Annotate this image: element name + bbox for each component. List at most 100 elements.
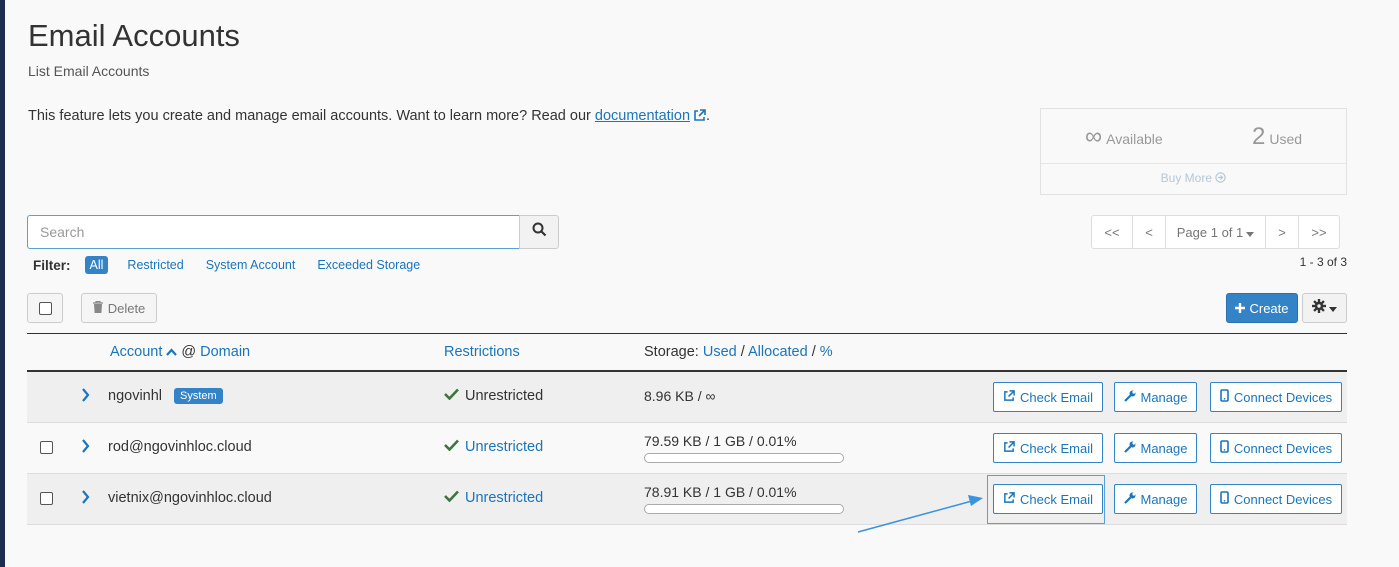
chevron-right-icon[interactable] [81, 388, 90, 406]
external-link-icon [693, 109, 706, 126]
connect-devices-button[interactable]: Connect Devices [1210, 433, 1342, 463]
page-select[interactable]: Page 1 of 1 [1165, 215, 1266, 249]
used-stat: 2 Used [1252, 123, 1302, 151]
external-link-icon [1003, 389, 1015, 405]
filter-restricted[interactable]: Restricted [127, 258, 183, 272]
page-subtitle: List Email Accounts [28, 63, 150, 79]
external-link-icon [1003, 440, 1015, 456]
check-email-label: Check Email [1020, 440, 1093, 456]
table-row: ngovinhl System Unrestricted 8.96 KB / ∞… [27, 372, 1347, 423]
chevron-right-icon[interactable] [81, 490, 90, 508]
storage-progress-bar [644, 453, 844, 463]
manage-button[interactable]: Manage [1114, 484, 1197, 514]
storage-text: 79.59 KB / 1 GB / 0.01% [644, 433, 797, 449]
plus-icon [1235, 301, 1246, 316]
available-value: ∞ [1085, 123, 1103, 150]
mobile-icon [1220, 440, 1229, 456]
last-page-button[interactable]: >> [1298, 215, 1340, 249]
account-name: ngovinhl [108, 388, 163, 404]
filter-label: Filter: [33, 257, 71, 273]
used-label: Used [1269, 131, 1303, 147]
account-name: rod@ngovinhloc.cloud [108, 439, 252, 455]
page-select-label: Page 1 of 1 [1176, 224, 1244, 240]
sort-used[interactable]: Used [703, 344, 737, 360]
caret-down-icon [1329, 299, 1337, 317]
documentation-link[interactable]: documentation [595, 108, 706, 124]
row-checkbox[interactable] [40, 441, 53, 454]
manage-label: Manage [1140, 491, 1188, 507]
storage-cell: 78.91 KB / 1 GB / 0.01% [644, 484, 844, 514]
check-email-button[interactable]: Check Email [993, 484, 1103, 514]
storage-separator: / [811, 344, 816, 360]
buy-more-label: Buy More [1160, 171, 1212, 185]
manage-label: Manage [1140, 389, 1188, 405]
manage-button[interactable]: Manage [1114, 433, 1197, 463]
intro-text: This feature lets you create and manage … [28, 108, 710, 126]
restriction-link[interactable]: Unrestricted [465, 439, 543, 455]
results-range: 1 - 3 of 3 [1299, 255, 1347, 269]
connect-devices-label: Connect Devices [1233, 389, 1333, 405]
search-button[interactable] [519, 215, 559, 249]
restriction-link[interactable]: Unrestricted [465, 490, 543, 506]
wrench-icon [1123, 390, 1136, 405]
table-row: vietnix@ngovinhloc.cloud Unrestricted 78… [27, 474, 1347, 525]
delete-button[interactable]: Delete [81, 293, 157, 323]
search-input[interactable] [27, 215, 520, 249]
gear-icon [1312, 298, 1326, 318]
storage-cell: 79.59 KB / 1 GB / 0.01% [644, 433, 844, 463]
storage-label: Storage: [644, 344, 699, 360]
next-page-button[interactable]: > [1265, 215, 1299, 249]
filter-system-account[interactable]: System Account [206, 258, 296, 272]
sort-allocated[interactable]: Allocated [748, 344, 808, 360]
storage-separator: / [740, 344, 745, 360]
create-label: Create [1249, 300, 1289, 316]
manage-button[interactable]: Manage [1114, 382, 1197, 412]
storage-cell: 8.96 KB / ∞ [644, 388, 715, 404]
create-button[interactable]: Create [1226, 293, 1298, 323]
filter-exceeded-storage[interactable]: Exceeded Storage [317, 258, 420, 272]
connect-devices-label: Connect Devices [1233, 440, 1333, 456]
buy-more-link[interactable]: Buy More [1041, 171, 1346, 185]
row-checkbox[interactable] [40, 492, 53, 505]
page-title: Email Accounts [28, 18, 240, 53]
check-email-label: Check Email [1020, 389, 1093, 405]
account-cell: vietnix@ngovinhloc.cloud [108, 490, 272, 506]
check-icon [444, 439, 459, 455]
table-header: Account @ Domain Restrictions Storage: U… [27, 333, 1347, 372]
filter-all[interactable]: All [84, 256, 109, 274]
connect-devices-button[interactable]: Connect Devices [1210, 484, 1342, 514]
manage-label: Manage [1140, 440, 1188, 456]
at-sign: @ [181, 344, 197, 360]
wrench-icon [1123, 492, 1136, 507]
account-column-header: Account @ Domain [110, 344, 250, 360]
account-name: vietnix@ngovinhloc.cloud [108, 490, 272, 506]
select-all-checkbox[interactable] [27, 293, 63, 323]
check-email-button[interactable]: Check Email [993, 382, 1103, 412]
check-icon [444, 388, 459, 404]
sort-account[interactable]: Account [110, 344, 162, 360]
system-badge: System [174, 388, 223, 404]
restriction-cell: Unrestricted [444, 388, 543, 404]
sort-restrictions[interactable]: Restrictions [444, 344, 520, 360]
restriction-cell: Unrestricted [444, 490, 543, 506]
check-email-button[interactable]: Check Email [993, 433, 1103, 463]
intro-end: . [706, 108, 711, 124]
restriction-cell: Unrestricted [444, 439, 543, 455]
caret-down-icon [1246, 225, 1255, 240]
sort-percent[interactable]: % [820, 344, 833, 360]
chevron-up-icon [166, 344, 178, 360]
check-email-label: Check Email [1020, 491, 1093, 507]
search-icon [532, 222, 547, 242]
sort-domain[interactable]: Domain [200, 344, 250, 360]
connect-devices-button[interactable]: Connect Devices [1210, 382, 1342, 412]
used-value: 2 [1252, 123, 1266, 150]
intro-sentence: This feature lets you create and manage … [28, 108, 591, 124]
storage-progress-bar [644, 504, 844, 514]
first-page-button[interactable]: << [1091, 215, 1133, 249]
mobile-icon [1220, 389, 1229, 405]
storage-text: 78.91 KB / 1 GB / 0.01% [644, 484, 797, 500]
settings-dropdown-button[interactable] [1302, 293, 1347, 323]
chevron-right-icon[interactable] [81, 439, 90, 457]
delete-label: Delete [107, 300, 146, 316]
prev-page-button[interactable]: < [1132, 215, 1166, 249]
